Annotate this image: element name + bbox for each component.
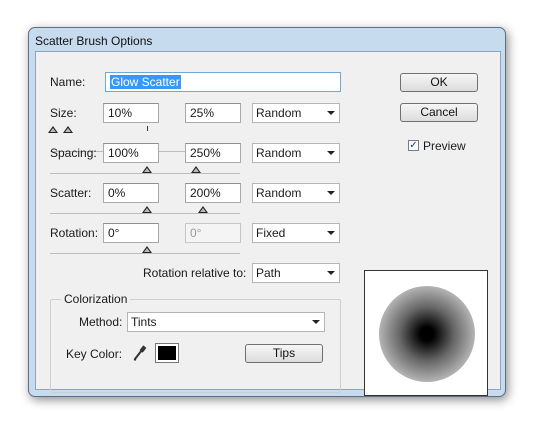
- rotation-max-field: 0°: [185, 223, 241, 243]
- key-color-label: Key Color:: [66, 347, 123, 361]
- rotation-relative-label: Rotation relative to:: [143, 266, 247, 280]
- rotation-variation-dropdown[interactable]: Fixed: [252, 223, 340, 243]
- size-label: Size:: [50, 106, 77, 120]
- checkmark-icon: ✓: [409, 140, 418, 151]
- scatter-label: Scatter:: [50, 186, 92, 200]
- spacing-variation-dropdown[interactable]: Random: [252, 143, 340, 163]
- size-variation-value: Random: [256, 106, 302, 120]
- size-variation-dropdown[interactable]: Random: [252, 103, 340, 123]
- dialog-body: Name: Glow Scatter Size: 10% 25% Random …: [35, 51, 501, 396]
- size-min-field[interactable]: 10%: [103, 103, 159, 123]
- spacing-min-thumb[interactable]: [142, 166, 152, 173]
- chevron-down-icon: [327, 231, 335, 235]
- spacing-max-thumb[interactable]: [191, 166, 201, 173]
- colorization-group-label: Colorization: [61, 292, 131, 306]
- scatter-slider-track[interactable]: [50, 213, 240, 214]
- ok-button[interactable]: OK: [400, 73, 478, 92]
- scatter-min-field[interactable]: 0%: [103, 183, 159, 203]
- key-color-swatch[interactable]: [155, 343, 179, 363]
- preview-label: Preview: [423, 139, 466, 153]
- rotation-variation-value: Fixed: [256, 226, 286, 240]
- spacing-slider-track[interactable]: [50, 173, 240, 174]
- size-max-field[interactable]: 25%: [185, 103, 241, 123]
- scatter-variation-dropdown[interactable]: Random: [252, 183, 340, 203]
- spacing-min-field[interactable]: 100%: [103, 143, 159, 163]
- chevron-down-icon: [327, 151, 335, 155]
- key-color-fill: [158, 346, 176, 360]
- scatter-variation-value: Random: [256, 186, 302, 200]
- name-label: Name:: [50, 75, 86, 89]
- name-field[interactable]: Glow Scatter: [105, 72, 341, 92]
- rotation-relative-dropdown[interactable]: Path: [252, 263, 340, 283]
- method-value: Tints: [131, 315, 157, 329]
- size-min-thumb[interactable]: [48, 126, 58, 133]
- chevron-down-icon: [327, 111, 335, 115]
- spacing-label: Spacing:: [50, 146, 97, 160]
- chevron-down-icon: [327, 271, 335, 275]
- eyedropper-icon[interactable]: [132, 344, 148, 362]
- size-max-thumb[interactable]: [63, 126, 73, 133]
- rotation-min-field[interactable]: 0°: [103, 223, 159, 243]
- tips-button[interactable]: Tips: [245, 344, 323, 363]
- cancel-button[interactable]: Cancel: [400, 103, 478, 122]
- rotation-thumb[interactable]: [142, 246, 152, 253]
- method-label: Method:: [79, 315, 123, 329]
- scatter-brush-options-dialog: Scatter Brush Options Name: Glow Scatter…: [28, 27, 506, 397]
- brush-preview: [364, 270, 488, 396]
- dialog-title: Scatter Brush Options: [35, 34, 153, 48]
- name-value: Glow Scatter: [110, 75, 181, 89]
- rotation-slider-track[interactable]: [50, 253, 240, 254]
- method-dropdown[interactable]: Tints: [127, 312, 325, 332]
- scatter-min-thumb[interactable]: [142, 206, 152, 213]
- spacing-max-field[interactable]: 250%: [185, 143, 241, 163]
- spacing-variation-value: Random: [256, 146, 302, 160]
- preview-checkbox[interactable]: ✓: [408, 140, 419, 151]
- scatter-max-thumb[interactable]: [198, 206, 208, 213]
- chevron-down-icon: [327, 191, 335, 195]
- chevron-down-icon: [312, 320, 320, 324]
- rotation-label: Rotation:: [50, 226, 99, 240]
- size-slider-tick: [147, 126, 148, 131]
- glow-scatter-preview: [379, 286, 475, 382]
- rotation-relative-value: Path: [256, 266, 281, 280]
- scatter-max-field[interactable]: 200%: [185, 183, 241, 203]
